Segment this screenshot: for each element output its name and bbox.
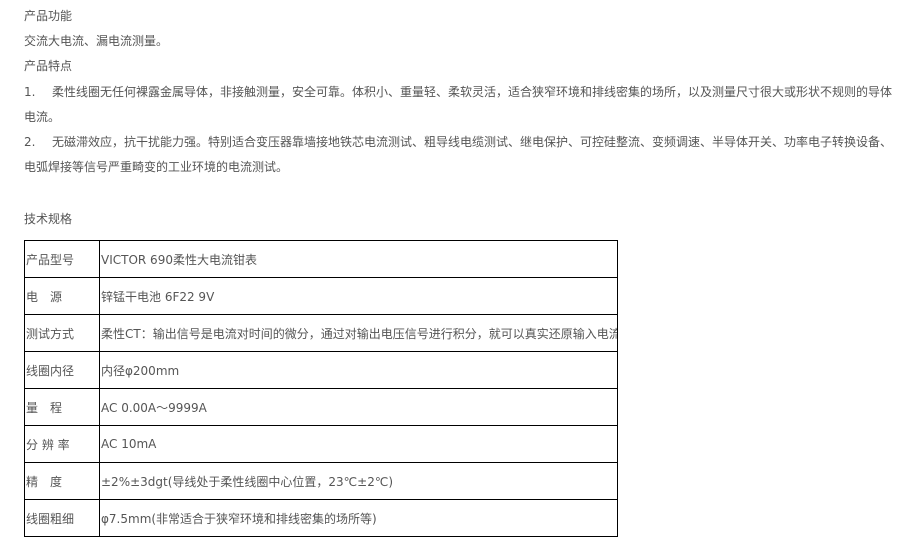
feature-number: 2. (24, 135, 36, 149)
table-row: 产品型号 VICTOR 690柔性大电流钳表 (24, 240, 618, 278)
spec-value: AC 10mA (99, 425, 618, 463)
feature-text: 柔性线圈无任何裸露金属导体，非接触测量，安全可靠。体积小、重量轻、柔软灵活，适合… (52, 85, 893, 99)
features-heading: 产品特点 (24, 59, 73, 73)
feature-item-1: 1. 柔性线圈无任何裸露金属导体，非接触测量，安全可靠。体积小、重量轻、柔软灵活，… (24, 83, 894, 100)
spec-value: 柔性CT：输出信号是电流对时间的微分，通过对输出电压信号进行积分，就可以真实还原… (99, 314, 618, 352)
feature-item-2-continued: 电弧焊接等信号严重畸变的工业环境的电流测试。 (24, 160, 289, 174)
table-row: 分 辨 率 AC 10mA (24, 425, 618, 463)
table-row: 线圈粗细 φ7.5mm(非常适合于狭窄环境和排线密集的场所等) (24, 499, 618, 537)
spec-label: 量 程 (24, 388, 100, 426)
feature-text: 无磁滞效应，抗干扰能力强。特别适合变压器靠墙接地铁芯电流测试、粗导线电缆测试、继… (52, 135, 893, 149)
function-text: 交流大电流、漏电流测量。 (24, 34, 169, 48)
table-row: 线圈内径 内径φ200mm (24, 351, 618, 389)
table-row: 量 程 AC 0.00A～9999A (24, 388, 618, 426)
spec-value: 内径φ200mm (99, 351, 618, 389)
spec-value: φ7.5mm(非常适合于狭窄环境和排线密集的场所等) (99, 499, 618, 537)
spec-label: 产品型号 (24, 240, 100, 278)
spec-label: 线圈粗细 (24, 499, 100, 537)
specs-heading: 技术规格 (24, 212, 73, 226)
feature-item-2: 2. 无磁滞效应，抗干扰能力强。特别适合变压器靠墙接地铁芯电流测试、粗导线电缆测试… (24, 133, 894, 150)
table-row: 测试方式 柔性CT：输出信号是电流对时间的微分，通过对输出电压信号进行积分，就可… (24, 314, 618, 352)
table-row: 电 源 锌锰干电池 6F22 9V (24, 277, 618, 315)
spec-label: 测试方式 (24, 314, 100, 352)
spec-label: 电 源 (24, 277, 100, 315)
spec-label: 分 辨 率 (24, 425, 100, 463)
function-heading: 产品功能 (24, 9, 73, 23)
feature-number: 1. (24, 85, 36, 99)
spec-value: ±2%±3dgt(导线处于柔性线圈中心位置，23℃±2℃) (99, 462, 618, 500)
spec-table: 产品型号 VICTOR 690柔性大电流钳表 电 源 锌锰干电池 6F22 9V… (24, 240, 618, 537)
spec-label: 精 度 (24, 462, 100, 500)
spec-value: AC 0.00A～9999A (99, 388, 618, 426)
feature-item-1-continued: 电流。 (24, 110, 61, 124)
spec-value: 锌锰干电池 6F22 9V (99, 277, 618, 315)
spec-value: VICTOR 690柔性大电流钳表 (99, 240, 618, 278)
spec-label: 线圈内径 (24, 351, 100, 389)
product-spec-page: 产品功能 交流大电流、漏电流测量。 产品特点 1. 柔性线圈无任何裸露金属导体，非… (0, 0, 906, 537)
table-row: 精 度 ±2%±3dgt(导线处于柔性线圈中心位置，23℃±2℃) (24, 462, 618, 500)
